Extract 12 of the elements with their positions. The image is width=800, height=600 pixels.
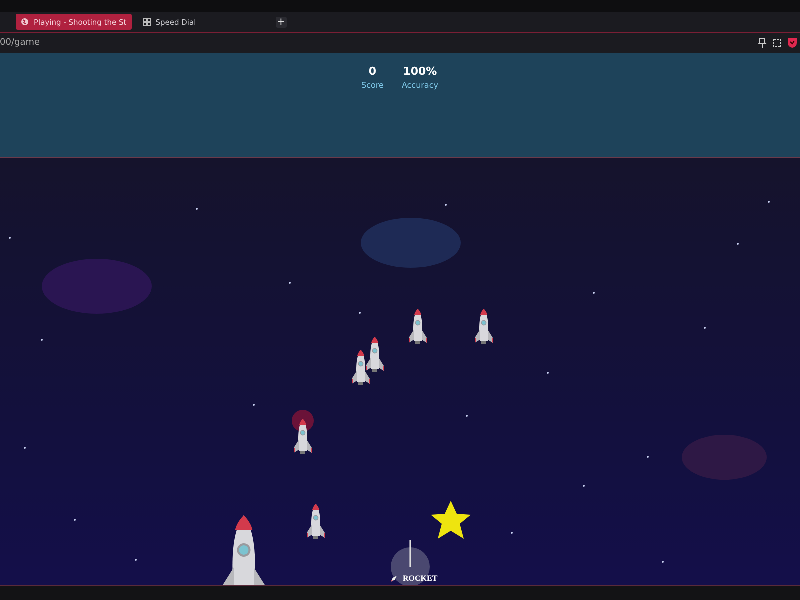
- shield-icon[interactable]: [788, 38, 797, 48]
- stat-label: Score: [362, 81, 384, 90]
- new-tab-button[interactable]: +: [276, 16, 287, 28]
- screenshot-icon[interactable]: [773, 38, 782, 48]
- weapon-label: ROCKET: [403, 574, 438, 584]
- stat-value: 100%: [403, 65, 438, 78]
- star-icon: [430, 500, 472, 540]
- stat-label: Accuracy: [402, 81, 438, 90]
- pin-icon[interactable]: [758, 38, 767, 48]
- grid-icon: [142, 18, 151, 26]
- stat-value: 0: [368, 65, 377, 78]
- rocket-icon: [390, 575, 398, 583]
